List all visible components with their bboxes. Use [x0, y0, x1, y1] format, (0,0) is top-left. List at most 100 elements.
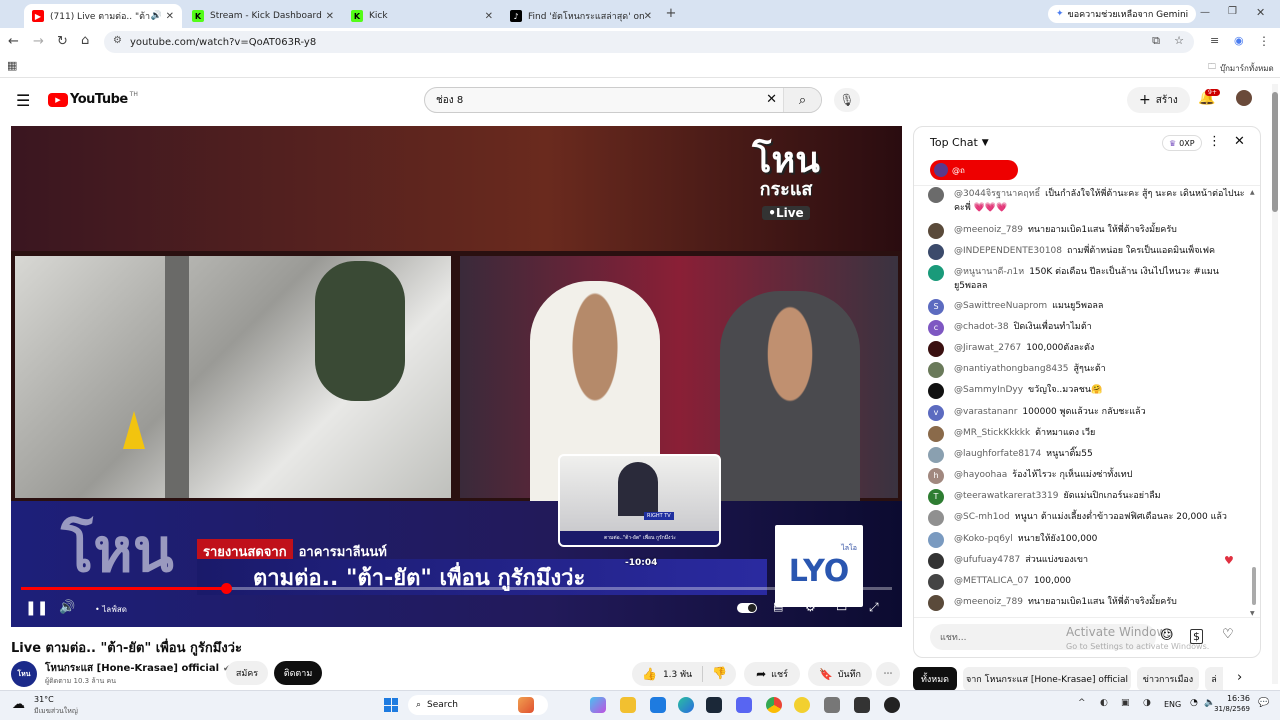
chat-author-avatar[interactable]: [928, 383, 944, 399]
filter-chip-from-channel[interactable]: จาก โหนกระแส [Hone-Krasae] official: [963, 667, 1131, 691]
chat-author-avatar[interactable]: [928, 595, 944, 611]
fullscreen-icon[interactable]: ⤢: [869, 600, 879, 615]
chat-message[interactable]: T @teerawatkarerat3319 ยัดแม่นปิกเกอร์นะอย…: [928, 489, 1246, 505]
chat-message[interactable]: @ufufuay4787 ส่วนแบ่งของเขา: [928, 553, 1246, 569]
taskbar-app-icon[interactable]: [794, 697, 810, 713]
chat-author-name[interactable]: @SammyInDyy: [954, 385, 1023, 395]
weather-temp[interactable]: 31°C: [34, 695, 54, 704]
channel-avatar[interactable]: โหน: [11, 661, 37, 687]
settings-gear-icon[interactable]: ⚙: [805, 600, 816, 614]
chat-author-name[interactable]: @INDEPENDENTE30108: [954, 246, 1062, 256]
chevron-right-icon[interactable]: ›: [1237, 670, 1242, 685]
close-tab-icon[interactable]: ✕: [166, 11, 174, 22]
subtitles-icon[interactable]: ▤: [773, 600, 783, 613]
pause-icon[interactable]: ❚❚: [25, 600, 48, 616]
chat-author-avatar[interactable]: T: [928, 489, 944, 505]
video-player[interactable]: โหน กระแส •Live โหน รายงานสดจาก อาคารมาล…: [11, 126, 902, 627]
like-heart-icon[interactable]: ♡: [1222, 627, 1234, 642]
taskbar-app-photo-icon[interactable]: [518, 697, 534, 713]
close-tab-icon[interactable]: ✕: [326, 11, 334, 22]
channel-name-row[interactable]: โหนกระแส [Hone-Krasae] official ✔: [45, 661, 231, 676]
chat-message[interactable]: @Jirawat_2767 100,000ตังละตัง: [928, 341, 1246, 357]
filter-chip-all[interactable]: ทั้งหมด: [913, 667, 957, 691]
chat-message[interactable]: @meenoiz_789 ทนายอามเบิด1แสน ให้พี่ต้าจริ…: [928, 223, 1246, 239]
notification-center-icon[interactable]: 💬: [1258, 698, 1269, 708]
taskbar-chrome-icon[interactable]: [766, 697, 782, 713]
back-icon[interactable]: ←: [8, 34, 19, 49]
tray-app-icon[interactable]: ◐: [1100, 698, 1108, 708]
media-control-icon[interactable]: ≡: [1210, 34, 1219, 47]
like-thumb-icon[interactable]: 👍: [642, 667, 657, 681]
chat-message[interactable]: @หนูนานาดี-ภ1ห 150K ต่อเดือน ปีละเป็นล้าน…: [928, 265, 1246, 293]
like-count[interactable]: 1.3 พัน: [663, 667, 692, 681]
weather-cloud-icon[interactable]: ☁: [12, 697, 25, 712]
chat-author-avatar[interactable]: [928, 362, 944, 378]
chat-author-name[interactable]: @SC-mh1od: [954, 512, 1010, 522]
voice-search-mic-icon[interactable]: 🎙: [834, 88, 860, 112]
chat-message[interactable]: @Koko-pq6yl หนายให้ยัง100,000: [928, 532, 1246, 548]
progress-track[interactable]: [21, 583, 892, 594]
close-chat-icon[interactable]: ✕: [1234, 134, 1245, 149]
chat-author-name[interactable]: @ufufuay4787: [954, 555, 1020, 565]
super-chat-dollar-icon[interactable]: $: [1190, 629, 1203, 644]
extension-icon[interactable]: ◉: [1234, 34, 1244, 47]
menu-kebab-icon[interactable]: ⋮: [1258, 34, 1270, 48]
speaker-icon[interactable]: 🔊: [151, 11, 162, 21]
chat-author-avatar[interactable]: [928, 574, 944, 590]
chat-menu-kebab-icon[interactable]: ⋮: [1208, 134, 1221, 149]
chat-author-name[interactable]: @teerawatkarerat3319: [954, 491, 1058, 501]
chat-author-avatar[interactable]: v: [928, 405, 944, 421]
taskbar-discord-icon[interactable]: [736, 697, 752, 713]
chat-message[interactable]: @SammyInDyy ขวัญใจ..มวลชน🤗: [928, 383, 1246, 399]
clock-time[interactable]: 16:36: [1218, 694, 1250, 703]
taskbar-obs-icon[interactable]: [884, 697, 900, 713]
xp-badge[interactable]: ♛ 0XP: [1162, 135, 1202, 151]
search-input[interactable]: ช่อง 8 ✕ ⌕: [424, 87, 822, 113]
chat-author-name[interactable]: @meenoiz_789: [954, 225, 1023, 235]
chat-author-name[interactable]: @Koko-pq6yl: [954, 534, 1013, 544]
dislike-thumb-icon[interactable]: 👎: [712, 666, 727, 680]
chat-author-name[interactable]: @hayoohaa: [954, 470, 1007, 480]
taskbar-file-explorer-icon[interactable]: [620, 697, 636, 713]
chat-message[interactable]: @MR_StickKkkkk ต้าหมาแดง เวีย: [928, 426, 1246, 442]
volume-icon[interactable]: 🔊: [59, 600, 75, 615]
chat-message[interactable]: @3044จิรฐานาคฤทธิ์ เป็นกำลังใจให้พี่ต้านะ…: [928, 187, 1246, 215]
taskbar-steam-icon[interactable]: [706, 697, 722, 713]
chat-author-avatar[interactable]: [928, 510, 944, 526]
progress-scrubber[interactable]: [220, 583, 232, 594]
chat-author-avatar[interactable]: [928, 447, 944, 463]
chat-message[interactable]: @SC-mh1od หนูนา ต้าแม่งเลี้ยงต่ำข้าวออฟฟิ…: [928, 510, 1246, 526]
chat-message[interactable]: c @chadot-38 ปิดเงินเพื่อนทำไมต้า: [928, 320, 1246, 336]
more-actions-icon[interactable]: ⋯: [876, 662, 900, 686]
chat-author-avatar[interactable]: S: [928, 299, 944, 315]
autoplay-toggle[interactable]: [737, 603, 757, 613]
chat-author-name[interactable]: @chadot-38: [954, 322, 1009, 332]
page-scrollbar-thumb[interactable]: [1272, 92, 1278, 212]
chat-author-avatar[interactable]: [928, 553, 944, 569]
tab-kick-dashboard[interactable]: K Stream - Kick Dashboard ✕: [184, 4, 342, 28]
chat-author-avatar[interactable]: [928, 341, 944, 357]
tray-expand-icon[interactable]: ^: [1078, 698, 1086, 708]
close-window-icon[interactable]: ✕: [1256, 6, 1265, 19]
chat-message[interactable]: @INDEPENDENTE30108 ถามพี่ต้าหน่อย ใครเป็น…: [928, 244, 1246, 260]
chat-author-avatar[interactable]: [928, 187, 944, 203]
filter-chip-politics[interactable]: ข่าวการเมือง: [1137, 667, 1199, 691]
input-language[interactable]: ENG: [1164, 700, 1181, 709]
chat-message[interactable]: @nantiyathongbang8435 สู้ๆนะต้า: [928, 362, 1246, 378]
search-icon[interactable]: ⌕: [783, 88, 821, 112]
chat-scrollbar-thumb[interactable]: [1252, 567, 1256, 605]
close-tab-icon[interactable]: ✕: [644, 11, 652, 22]
chat-message[interactable]: v @varastananr 100000 พูดแล้วนะ กลับชะแล้ว: [928, 405, 1246, 421]
subscribe-button[interactable]: ติดตาม: [274, 661, 322, 685]
windows-start-icon[interactable]: [384, 698, 398, 712]
chat-author-name[interactable]: @หนูนานาดี-ภ1ห: [954, 267, 1024, 277]
home-icon[interactable]: ⌂: [81, 33, 89, 48]
clock-date[interactable]: 31/8/2569: [1206, 705, 1250, 713]
chat-message[interactable]: S @SawittreeNuaprom แมนยู5พอลล: [928, 299, 1246, 315]
tray-app-icon-2[interactable]: ▣: [1121, 698, 1130, 708]
chat-message[interactable]: @METTALICA_07 100,000: [928, 574, 1246, 590]
account-avatar[interactable]: [1236, 90, 1252, 106]
hamburger-menu-icon[interactable]: ☰: [16, 91, 30, 110]
emoji-icon[interactable]: ☺: [1160, 628, 1174, 643]
all-bookmarks-button[interactable]: 🗀 บุ๊กมาร์กทั้งหมด: [1208, 61, 1274, 75]
